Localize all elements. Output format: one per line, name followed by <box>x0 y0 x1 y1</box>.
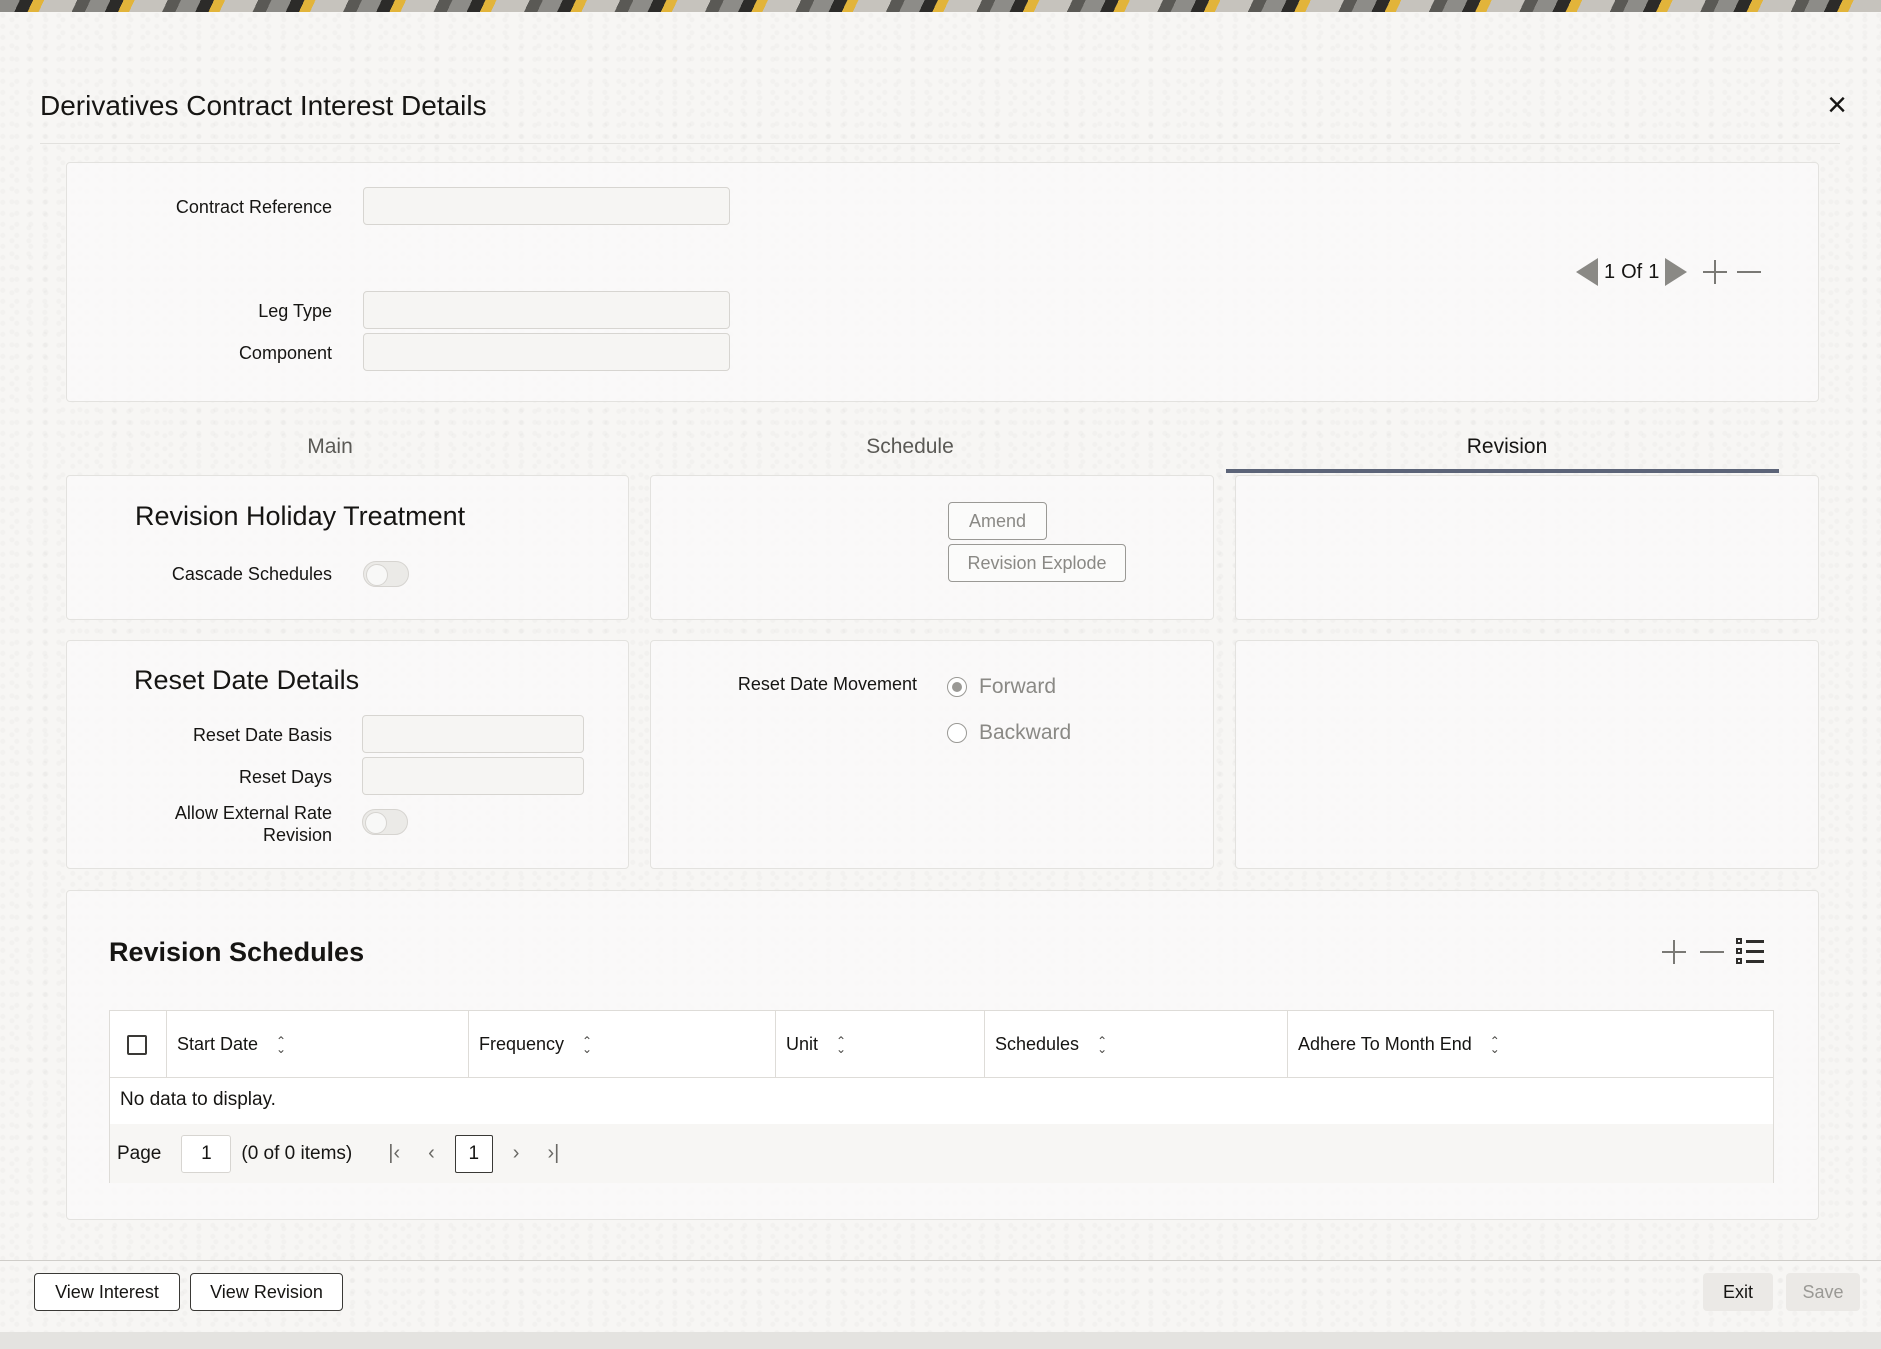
tab-schedule[interactable]: Schedule <box>810 435 1010 459</box>
amend-button[interactable]: Amend <box>948 502 1047 540</box>
table-pagination: Page 1 (0 of 0 items) |‹ ‹ 1 › ›| <box>110 1124 1773 1183</box>
forward-label: Forward <box>979 675 1057 698</box>
select-all-checkbox[interactable] <box>127 1034 147 1055</box>
delete-record-icon[interactable] <box>1735 258 1763 286</box>
items-count: (0 of 0 items) <box>241 1142 353 1164</box>
table-header: Start Date ⌃ ⌄ Frequency ⌃ ⌄ Unit ⌃ ⌄ Sched… <box>110 1011 1773 1078</box>
bottom-strip <box>0 1332 1881 1349</box>
exit-button[interactable]: Exit <box>1703 1273 1773 1311</box>
sort-icon[interactable]: ⌃ ⌄ <box>836 1035 846 1055</box>
column-header-frequency[interactable]: Frequency ⌃ ⌄ <box>469 1011 776 1078</box>
column-header-unit[interactable]: Unit ⌃ ⌄ <box>776 1011 985 1078</box>
current-page-value: 1 <box>468 1142 480 1164</box>
active-tab-indicator <box>1226 469 1779 473</box>
page-label: Page <box>117 1142 162 1164</box>
page-number-input[interactable]: 1 <box>181 1134 232 1173</box>
sort-icon[interactable]: ⌃ ⌄ <box>1490 1035 1500 1055</box>
close-icon[interactable]: × <box>1820 88 1854 124</box>
footer-divider <box>0 1260 1881 1261</box>
header-pattern-band <box>0 0 1881 12</box>
allow-external-rate-label-line2: Revision <box>262 825 332 845</box>
contract-reference-label: Contract Reference <box>175 197 332 217</box>
frequency-header-label: Frequency <box>479 1034 565 1054</box>
reset-days-label: Reset Days <box>238 767 332 787</box>
sort-icon[interactable]: ⌃ ⌄ <box>1097 1035 1107 1055</box>
unit-header-label: Unit <box>786 1034 819 1054</box>
next-record-icon[interactable] <box>1665 258 1688 286</box>
reset-date-movement-label: Reset Date Movement <box>737 674 917 694</box>
page-title: Derivatives Contract Interest Details <box>40 90 487 121</box>
first-page-icon[interactable]: |‹ <box>388 1142 400 1165</box>
column-header-schedules[interactable]: Schedules ⌃ ⌄ <box>985 1011 1288 1078</box>
view-interest-button[interactable]: View Interest <box>34 1273 180 1311</box>
backward-label: Backward <box>979 721 1072 744</box>
reset-date-title: Reset Date Details <box>134 665 360 695</box>
contract-reference-input[interactable] <box>363 187 730 225</box>
leg-type-label: Leg Type <box>258 301 332 321</box>
revision-holiday-panel <box>66 475 629 620</box>
add-row-icon[interactable] <box>1660 938 1688 966</box>
record-total: 1 <box>1648 260 1660 283</box>
component-input[interactable] <box>363 333 730 371</box>
view-revision-button[interactable]: View Revision <box>190 1273 343 1311</box>
tab-main[interactable]: Main <box>230 435 430 459</box>
previous-page-icon[interactable]: ‹ <box>428 1142 435 1165</box>
record-of-label: Of <box>1621 260 1643 283</box>
current-page-button[interactable]: 1 <box>454 1134 493 1173</box>
reset-date-basis-input[interactable] <box>362 715 584 753</box>
record-current: 1 <box>1604 260 1616 283</box>
start-date-header-label: Start Date <box>177 1034 259 1054</box>
schedules-header-label: Schedules <box>995 1034 1080 1054</box>
backward-radio[interactable] <box>947 723 967 743</box>
reset-date-basis-label: Reset Date Basis <box>192 725 332 745</box>
save-button[interactable]: Save <box>1786 1273 1860 1311</box>
cascade-schedules-label: Cascade Schedules <box>171 564 332 584</box>
revision-explode-button[interactable]: Revision Explode <box>948 544 1126 582</box>
movement-backward-option[interactable]: Backward <box>947 721 1071 745</box>
column-header-adhere-month-end[interactable]: Adhere To Month End ⌃ ⌄ <box>1288 1011 1775 1078</box>
sort-icon[interactable]: ⌃ ⌄ <box>582 1035 592 1055</box>
allow-external-rate-label-line1: Allow External Rate <box>174 803 332 823</box>
next-page-icon[interactable]: › <box>513 1142 520 1165</box>
revision-schedules-title: Revision Schedules <box>109 937 365 967</box>
component-label: Component <box>238 343 332 363</box>
add-record-icon[interactable] <box>1701 258 1729 286</box>
last-page-icon[interactable]: ›| <box>547 1142 559 1165</box>
allow-external-rate-switch[interactable] <box>362 809 408 835</box>
reset-days-input[interactable] <box>362 757 584 795</box>
page-number-value: 1 <box>201 1142 212 1164</box>
grid-toolbar <box>1660 938 1764 966</box>
previous-record-icon[interactable] <box>1576 258 1598 286</box>
actions-panel <box>650 475 1214 620</box>
cascade-schedules-switch[interactable] <box>363 561 409 587</box>
adhere-month-end-header-label: Adhere To Month End <box>1298 1034 1472 1054</box>
leg-type-input[interactable] <box>363 291 730 329</box>
revision-schedules-table: Start Date ⌃ ⌄ Frequency ⌃ ⌄ Unit ⌃ ⌄ Sched… <box>109 1010 1774 1183</box>
column-list-icon[interactable] <box>1736 938 1764 966</box>
record-pager: 1 Of 1 <box>1576 256 1763 288</box>
select-all-cell <box>110 1011 167 1078</box>
movement-forward-option[interactable]: Forward <box>947 675 1056 699</box>
reset-empty-panel <box>1235 640 1819 869</box>
revision-empty-panel <box>1235 475 1819 620</box>
column-header-start-date[interactable]: Start Date ⌃ ⌄ <box>167 1011 469 1078</box>
sort-icon[interactable]: ⌃ ⌄ <box>276 1035 286 1055</box>
forward-radio[interactable] <box>947 677 967 697</box>
no-data-message: No data to display. <box>120 1089 276 1110</box>
revision-holiday-title: Revision Holiday Treatment <box>135 501 466 531</box>
delete-row-icon[interactable] <box>1698 938 1726 966</box>
title-divider <box>40 143 1840 144</box>
tab-revision[interactable]: Revision <box>1407 435 1607 459</box>
